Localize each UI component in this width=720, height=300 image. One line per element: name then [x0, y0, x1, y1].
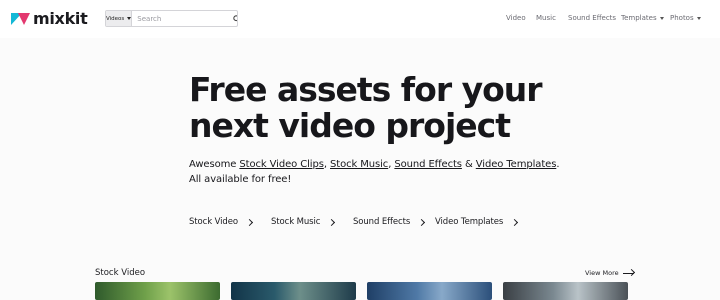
video-thumbnail[interactable]: [503, 282, 628, 300]
section-title: Stock Video: [95, 268, 146, 278]
chevron-down-icon: [659, 16, 664, 20]
nav-photos[interactable]: Photos: [670, 14, 701, 22]
hero-sub-prefix: Awesome: [189, 159, 240, 170]
hero-subtitle: Awesome Stock Video Clips, Stock Music, …: [189, 157, 560, 187]
link-stock-music[interactable]: Stock Music: [330, 159, 388, 170]
separator: &: [461, 159, 476, 170]
hero-title: Free assets for your next video project: [189, 70, 543, 145]
quick-link-video-templates[interactable]: Video Templates: [435, 217, 519, 227]
hero-title-line2: next video project: [189, 106, 511, 145]
quick-link-stock-music[interactable]: Stock Music: [271, 217, 336, 227]
quick-link-stock-video[interactable]: Stock Video: [189, 217, 253, 227]
chevron-right-icon: [418, 218, 426, 226]
chevron-down-icon: [696, 16, 701, 20]
chevron-down-icon: [127, 17, 132, 20]
period: .: [556, 159, 560, 170]
quick-link-label: Video Templates: [435, 217, 504, 227]
link-stock-video-clips[interactable]: Stock Video Clips: [239, 159, 324, 170]
search-icon: [233, 14, 237, 21]
chevron-right-icon: [328, 218, 336, 226]
mixkit-logo[interactable]: mixkit: [11, 9, 88, 28]
view-more-label: View More: [585, 269, 619, 277]
logo-mark-icon: [11, 13, 31, 25]
nav-video[interactable]: Video: [506, 14, 526, 22]
arrow-right-icon: [622, 268, 635, 277]
quick-link-label: Stock Video: [189, 217, 238, 227]
chevron-right-icon: [245, 218, 253, 226]
search-bar: Videos: [105, 10, 238, 27]
video-thumbnail[interactable]: [95, 282, 220, 300]
nav-music[interactable]: Music: [536, 14, 556, 22]
chevron-right-icon: [511, 218, 519, 226]
logo-text: mixkit: [33, 9, 88, 28]
search-button[interactable]: [233, 11, 237, 26]
quick-link-label: Sound Effects: [353, 217, 411, 227]
quick-link-label: Stock Music: [271, 217, 321, 227]
hero-title-line1: Free assets for your: [189, 70, 543, 109]
video-thumbnail[interactable]: [367, 282, 492, 300]
hero-sub-line2: All available for free!: [189, 174, 292, 185]
nav-templates-label: Templates: [621, 14, 657, 22]
nav-sound-effects[interactable]: Sound Effects: [568, 14, 616, 22]
view-more-link[interactable]: View More: [585, 268, 635, 277]
search-input[interactable]: [132, 11, 234, 26]
search-category-label: Videos: [106, 15, 125, 22]
link-sound-effects[interactable]: Sound Effects: [394, 159, 462, 170]
video-thumbnail[interactable]: [231, 282, 356, 300]
site-header: mixkit Videos Video Music Sound Effects …: [0, 0, 720, 38]
link-video-templates[interactable]: Video Templates: [476, 159, 557, 170]
search-category-select[interactable]: Videos: [106, 11, 133, 26]
nav-templates[interactable]: Templates: [621, 14, 664, 22]
nav-photos-label: Photos: [670, 14, 694, 22]
quick-link-sound-effects[interactable]: Sound Effects: [353, 217, 426, 227]
